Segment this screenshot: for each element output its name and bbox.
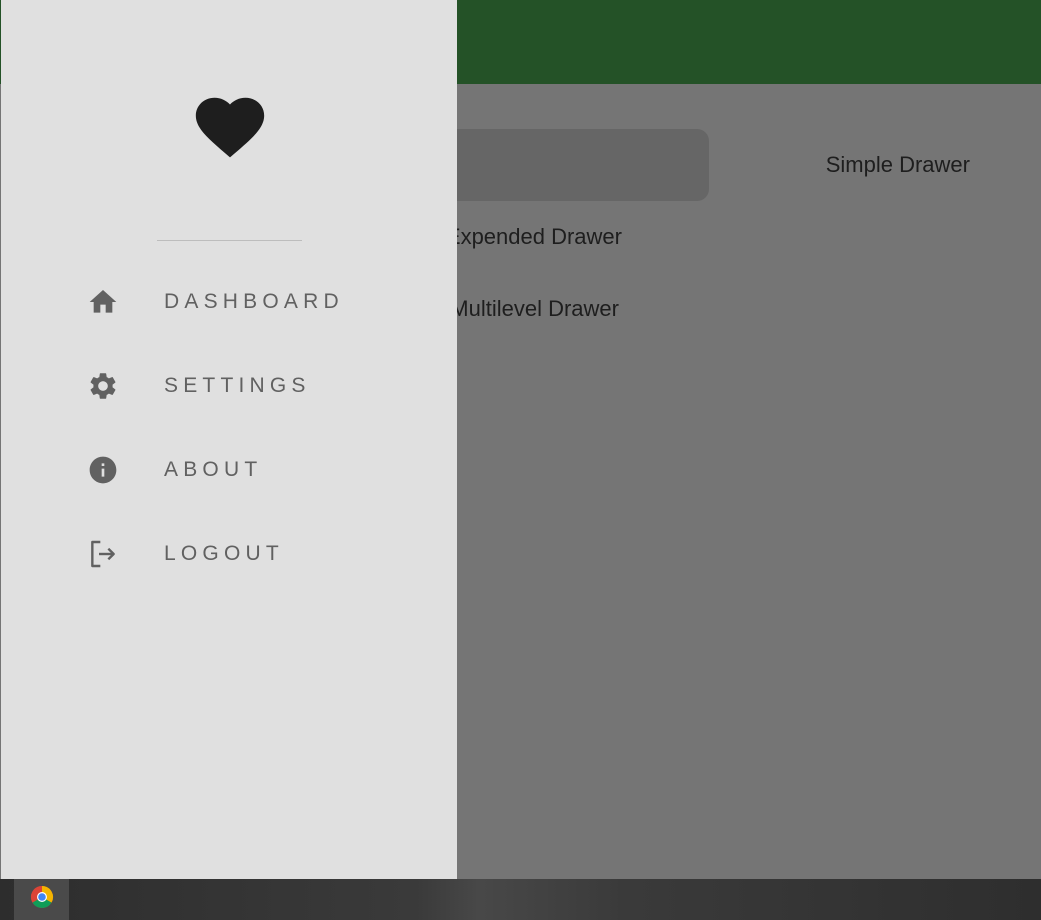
nav-item-settings[interactable]: SETTINGS xyxy=(61,356,441,416)
taskbar-app-chrome[interactable] xyxy=(14,879,69,920)
drawer-divider xyxy=(157,240,302,241)
logout-icon xyxy=(87,538,119,570)
gear-icon xyxy=(87,370,119,402)
nav-item-logout[interactable]: LOGOUT xyxy=(61,524,441,584)
menu-item-label: Simple Drawer xyxy=(825,152,970,177)
info-icon xyxy=(87,454,119,486)
menu-item-label: Expended Drawer xyxy=(445,224,622,249)
taskbar xyxy=(0,879,1041,920)
nav-item-label: LOGOUT xyxy=(164,542,284,565)
nav-item-label: ABOUT xyxy=(164,458,263,481)
nav-item-about[interactable]: ABOUT xyxy=(61,440,441,500)
app-window: Simple Drawer Expended Drawer Multilevel… xyxy=(0,0,1041,879)
heart-icon xyxy=(189,88,271,166)
home-icon xyxy=(87,286,119,318)
nav-item-dashboard[interactable]: DASHBOARD xyxy=(61,272,441,332)
menu-item-label: Multilevel Drawer xyxy=(450,296,619,321)
nav-item-label: SETTINGS xyxy=(164,374,311,397)
nav-item-label: DASHBOARD xyxy=(164,290,344,313)
chrome-icon xyxy=(30,885,54,914)
navigation-drawer: DASHBOARD SETTINGS ABOUT LOGOUT xyxy=(1,0,457,879)
